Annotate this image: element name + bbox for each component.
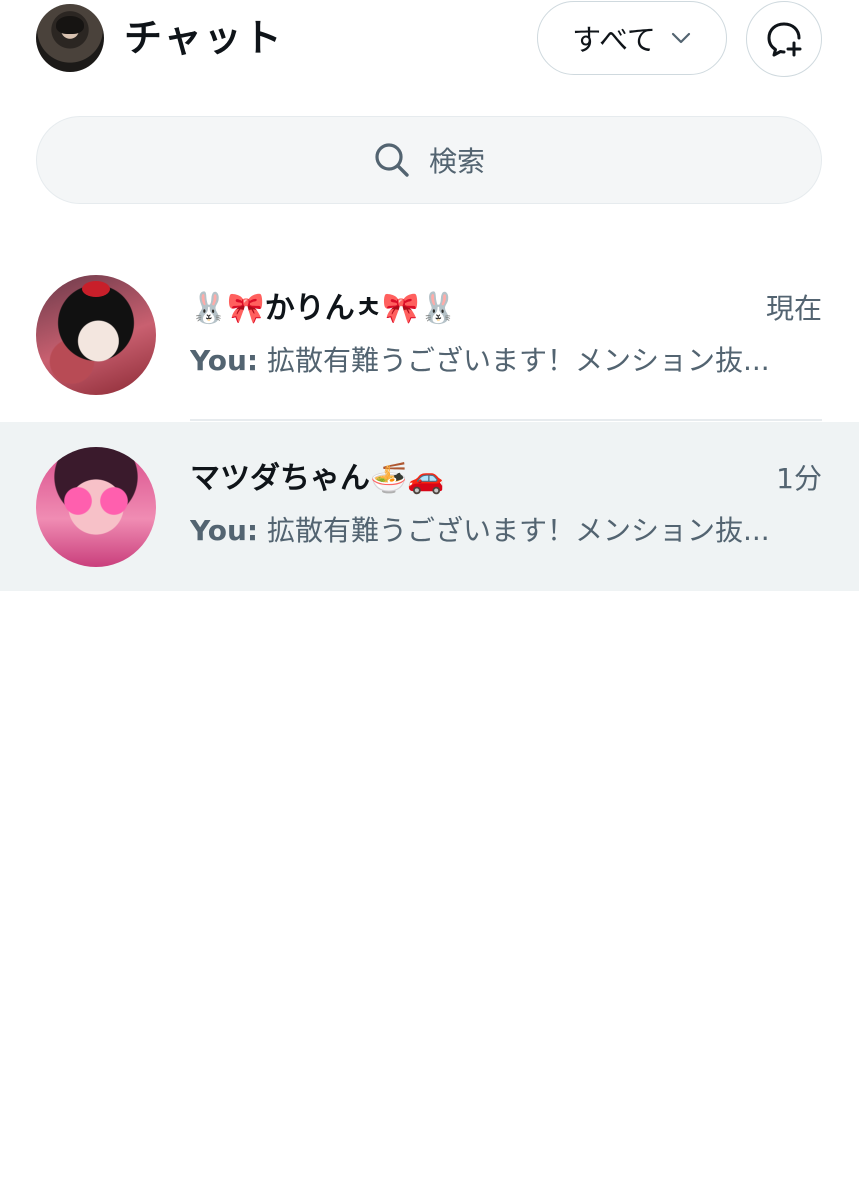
search-icon bbox=[375, 143, 409, 177]
filter-dropdown-button[interactable]: すべて bbox=[537, 1, 727, 75]
divider bbox=[190, 419, 822, 421]
preview-text: 拡散有難うございます！メンション抜... bbox=[266, 344, 770, 377]
new-chat-button[interactable] bbox=[746, 1, 822, 77]
filter-dropdown-label: すべて bbox=[572, 23, 656, 57]
conversation-preview: You: 拡散有難うございます！メンション抜... bbox=[190, 342, 800, 380]
conversation-item[interactable]: マツダちゃん🍜🚗 1分 You: 拡散有難うございます！メンション抜... bbox=[0, 422, 859, 591]
new-chat-icon bbox=[767, 22, 802, 57]
conversation-preview: You: 拡散有難うございます！メンション抜... bbox=[190, 512, 800, 550]
search-input[interactable]: 検索 bbox=[36, 116, 822, 204]
conversation-time: 1分 bbox=[776, 462, 822, 495]
top-bar: チャット すべて bbox=[0, 0, 859, 80]
conversation-time: 現在 bbox=[765, 292, 822, 325]
conversation-name: 🐰🎀かりんㅊ🎀🐰 bbox=[190, 291, 458, 326]
preview-prefix: You: bbox=[190, 514, 259, 547]
preview-prefix: You: bbox=[190, 344, 259, 377]
page-title: チャット bbox=[124, 16, 284, 60]
search-placeholder: 検索 bbox=[428, 145, 485, 178]
conversation-name: マツダちゃん🍜🚗 bbox=[190, 461, 445, 496]
conversation-avatar bbox=[36, 447, 156, 567]
conversation-item[interactable]: 🐰🎀かりんㅊ🎀🐰 現在 You: 拡散有難うございます！メンション抜... bbox=[0, 254, 859, 419]
chevron-down-icon bbox=[671, 32, 691, 44]
preview-text: 拡散有難うございます！メンション抜... bbox=[266, 514, 770, 547]
user-avatar[interactable] bbox=[36, 4, 104, 72]
conversation-avatar bbox=[36, 275, 156, 395]
